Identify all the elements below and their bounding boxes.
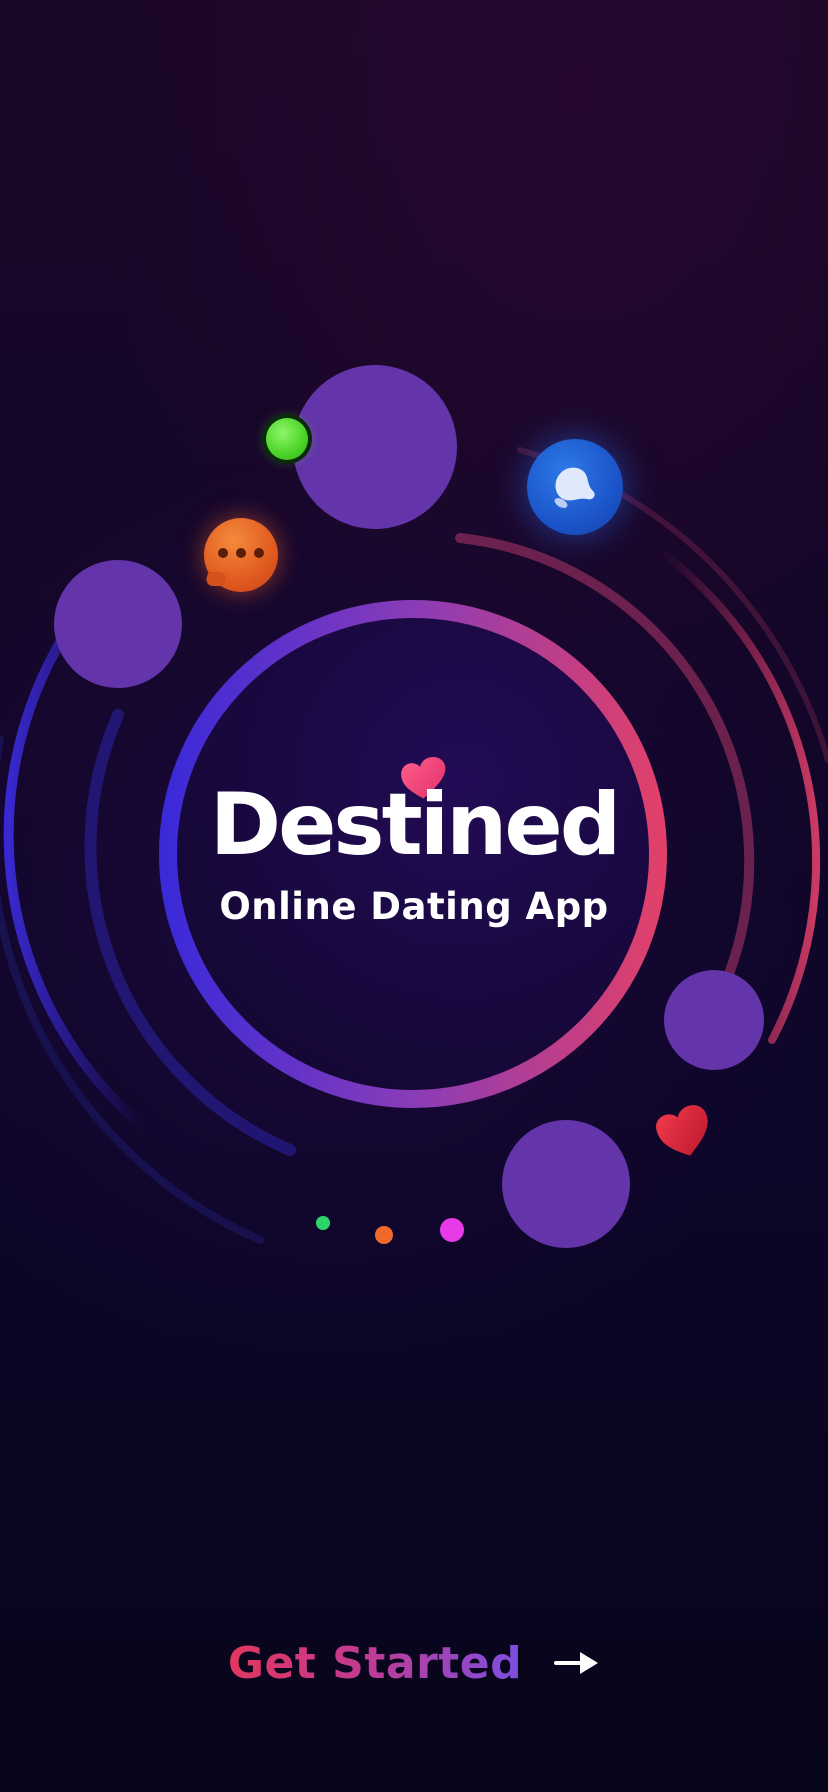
arrow-right-icon — [554, 1652, 599, 1674]
chat-bubble-icon — [203, 518, 278, 592]
get-started-button[interactable]: Get Started — [0, 1628, 828, 1698]
bubble-right — [664, 970, 764, 1070]
get-started-label: Get Started — [227, 1637, 523, 1689]
page-indicator-dot-3[interactable] — [440, 1218, 464, 1242]
bubble-left — [54, 560, 182, 688]
app-tagline: Online Dating App — [219, 885, 609, 928]
app-title: Destined — [209, 775, 622, 875]
online-status-icon — [266, 418, 308, 460]
notification-bell-icon — [527, 439, 623, 535]
bubble-bottom — [502, 1120, 630, 1248]
page-indicator-dot-2[interactable] — [375, 1226, 393, 1244]
page-indicator-dot-1[interactable] — [316, 1216, 330, 1230]
splash-screen: Destined Online Dating App Get Started — [0, 0, 828, 1792]
bubble-top — [293, 365, 457, 529]
heart-icon — [656, 1105, 708, 1156]
